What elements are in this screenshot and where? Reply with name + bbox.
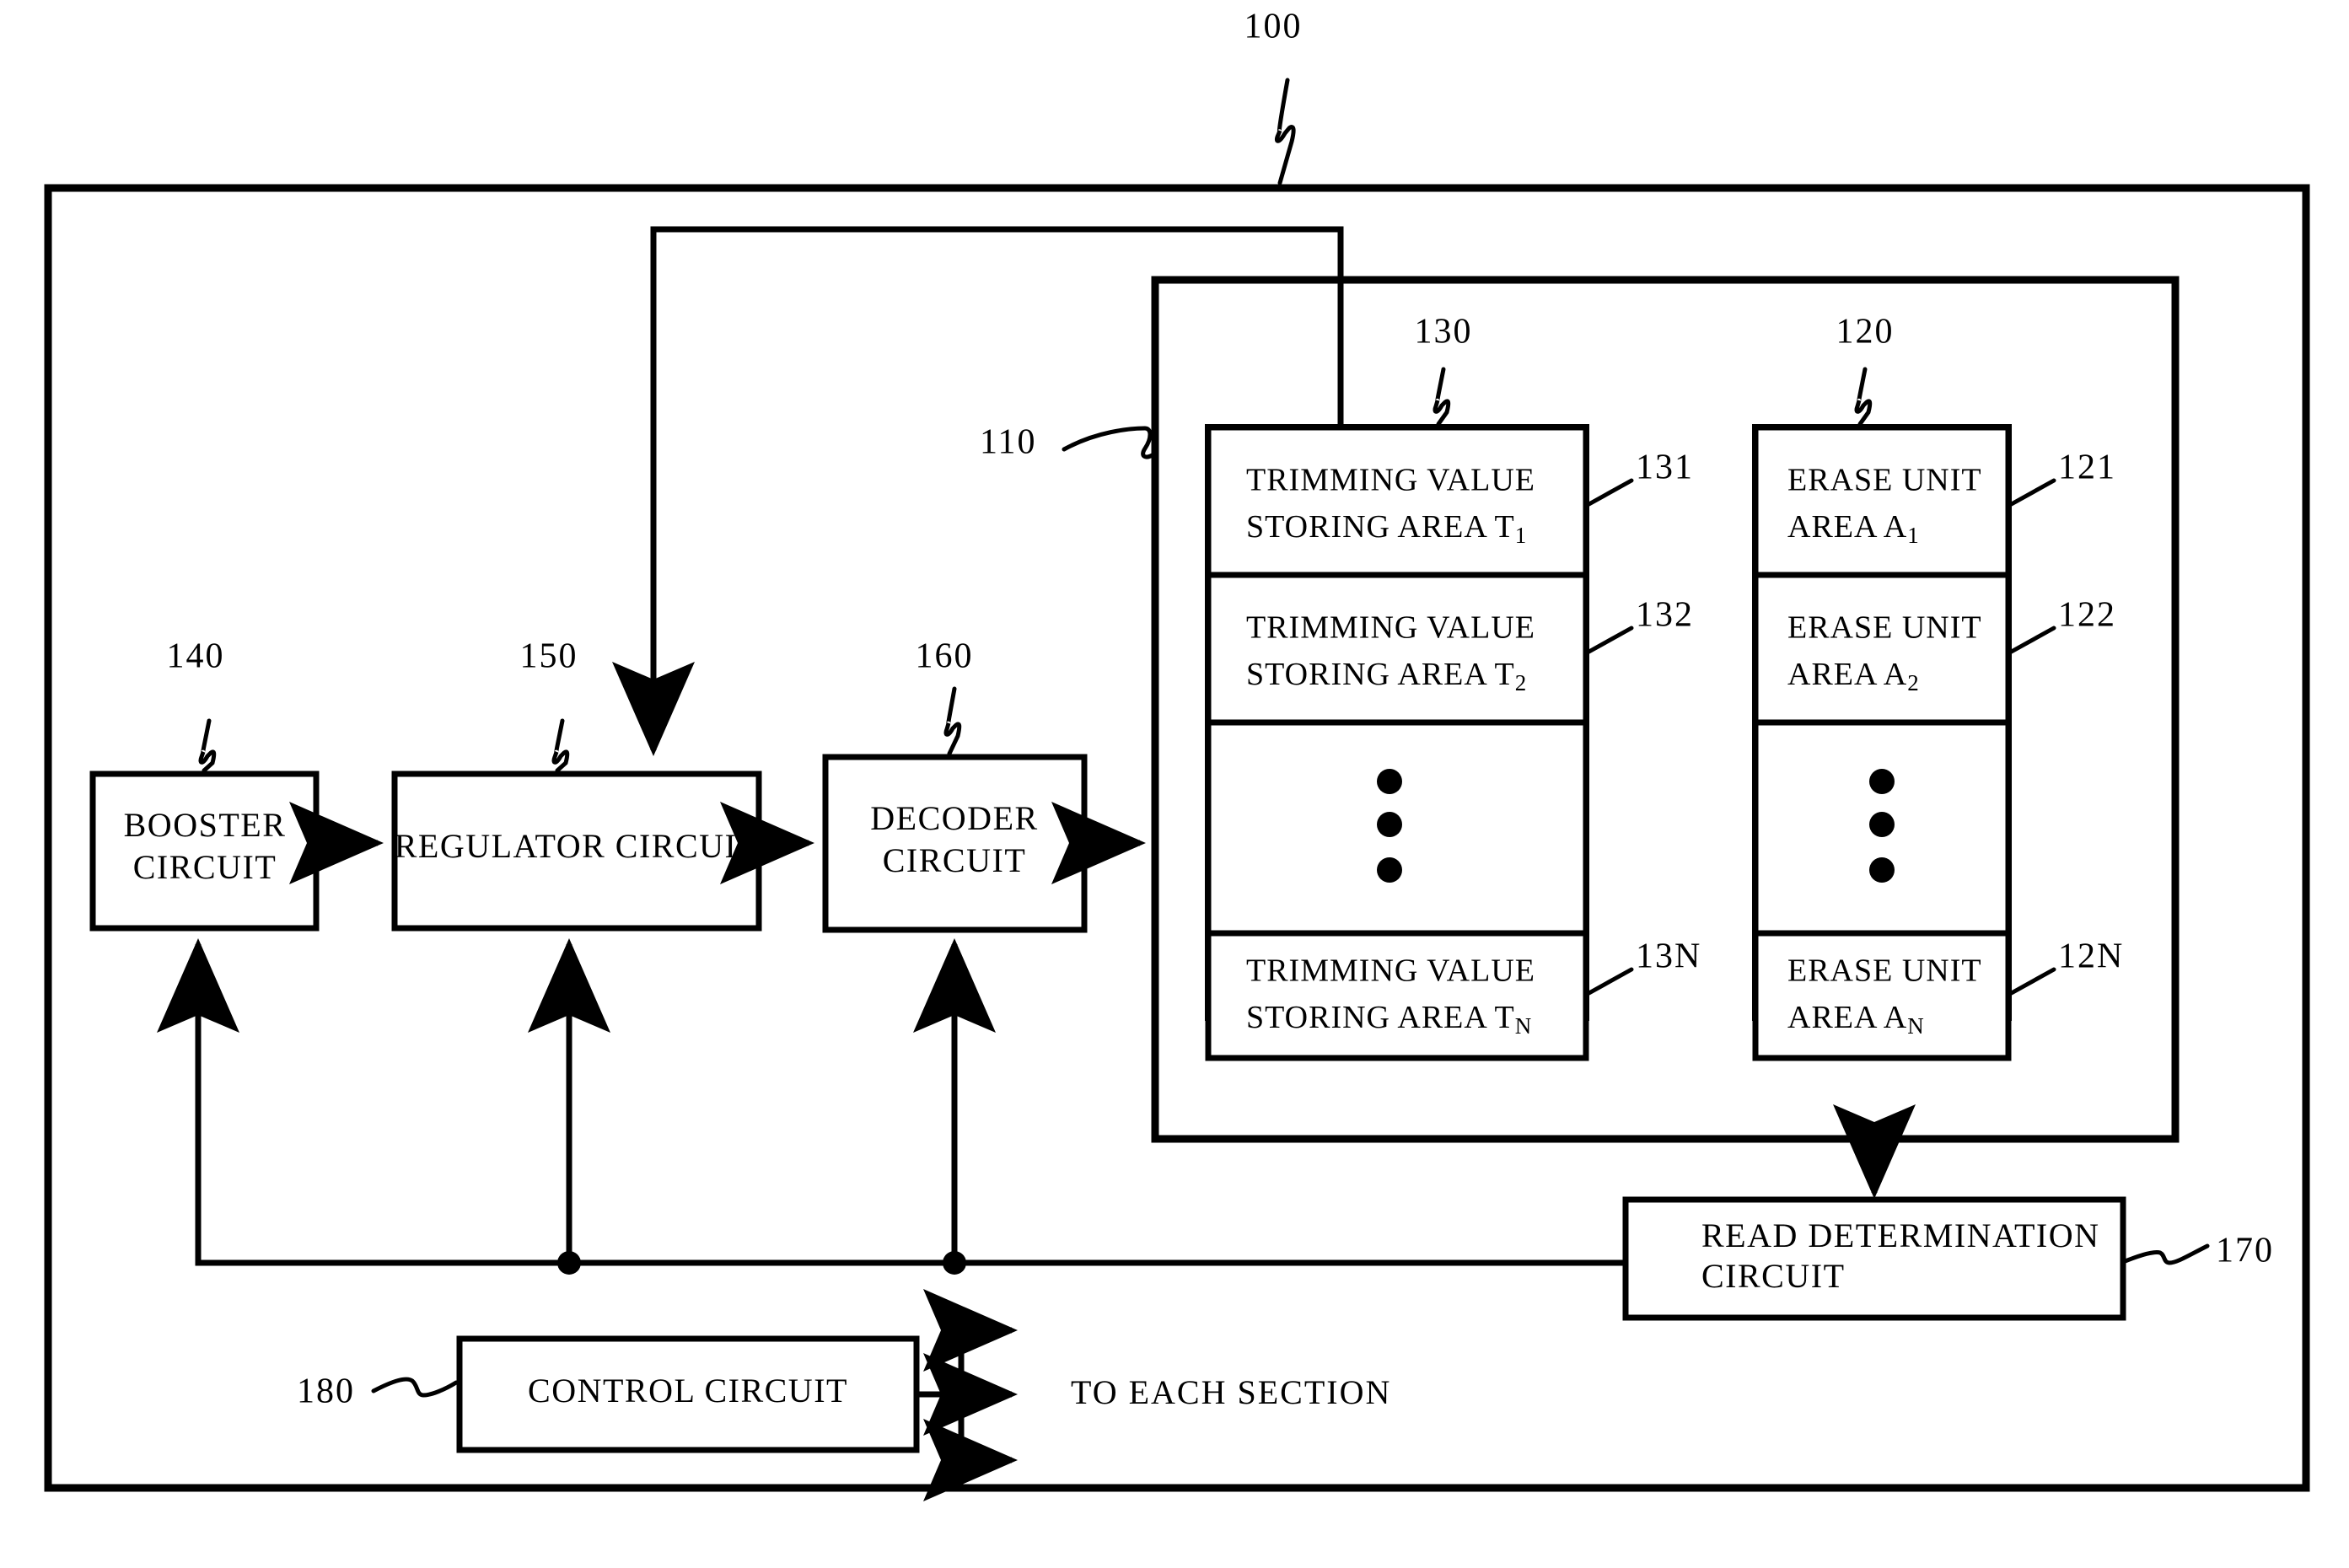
to-each-section-label: TO EACH SECTION xyxy=(1071,1373,1391,1411)
erase-ellipsis-dot-3 xyxy=(1869,857,1895,883)
erase-cell-2[interactable] xyxy=(1752,572,2012,726)
erase-cell-2-line1: ERASE UNIT xyxy=(1787,610,1982,646)
trimming-ellipsis-dot-3 xyxy=(1377,857,1402,883)
ref-number-180: 180 xyxy=(297,1372,355,1411)
booster-circuit-label-line1: BOOSTER xyxy=(124,806,287,844)
ref-number-13N: 13N xyxy=(1636,937,1701,976)
control-circuit-label: CONTROL CIRCUIT xyxy=(528,1372,848,1410)
ref-number-122: 122 xyxy=(2058,596,2116,635)
read-determination-label-line1: READ DETERMINATION xyxy=(1701,1216,2100,1254)
ref-number-160: 160 xyxy=(916,637,974,676)
decoder-circuit-label-line2: CIRCUIT xyxy=(883,841,1027,879)
trimming-ellipsis-dot-1 xyxy=(1377,769,1402,794)
erase-cell-n[interactable] xyxy=(1752,930,2012,1061)
trimming-cell-n-line2: STORING AREA TN xyxy=(1246,1000,1531,1039)
ref-number-12N: 12N xyxy=(2058,937,2124,976)
trimming-cell-1-line2: STORING AREA T1 xyxy=(1246,509,1526,548)
erase-cell-2-line2: AREA A2 xyxy=(1787,657,1919,695)
trimming-cell-2[interactable] xyxy=(1205,572,1589,726)
erase-cell-1-line1: ERASE UNIT xyxy=(1787,463,1982,498)
erase-cell-1-line2: AREA A1 xyxy=(1787,509,1919,548)
erase-cell-n-line2: AREA AN xyxy=(1787,1000,1924,1039)
ref-number-170: 170 xyxy=(2216,1232,2274,1270)
erase-ellipsis-dot-2 xyxy=(1869,812,1895,837)
trimming-cell-1-line1: TRIMMING VALUE xyxy=(1246,463,1535,498)
patent-figure: 100 110 130 TRIMMING VALUE STORING AREA … xyxy=(0,0,2349,1568)
ref-number-100: 100 xyxy=(1244,8,1303,46)
trimming-cell-n-line1: TRIMMING VALUE xyxy=(1246,953,1535,989)
ref-number-130: 130 xyxy=(1415,313,1473,352)
trimming-cell-2-line2: STORING AREA T2 xyxy=(1246,657,1526,695)
booster-circuit-label-line2: CIRCUIT xyxy=(133,848,277,886)
erase-cell-1[interactable] xyxy=(1752,424,2012,578)
erase-cell-n-line1: ERASE UNIT xyxy=(1787,953,1982,989)
read-determination-label-line2: CIRCUIT xyxy=(1701,1257,1846,1295)
erase-ellipsis-dot-1 xyxy=(1869,769,1895,794)
trimming-cell-n[interactable] xyxy=(1205,930,1589,1061)
ref-number-121: 121 xyxy=(2058,448,2116,487)
ref-number-120: 120 xyxy=(1836,313,1895,352)
junction-dot-decoder-bus xyxy=(943,1251,966,1275)
ref-number-140: 140 xyxy=(167,637,225,676)
trimming-ellipsis-dot-2 xyxy=(1377,812,1402,837)
ref-number-150: 150 xyxy=(520,637,578,676)
junction-dot-regulator-bus xyxy=(557,1251,581,1275)
junction-dot-control-output xyxy=(949,1382,974,1407)
regulator-circuit-label: REGULATOR CIRCUIT xyxy=(395,827,760,865)
decoder-circuit-label-line1: DECODER xyxy=(870,799,1038,837)
trimming-cell-2-line1: TRIMMING VALUE xyxy=(1246,610,1535,646)
ref-number-132: 132 xyxy=(1636,596,1694,635)
ref-number-110: 110 xyxy=(980,423,1036,462)
trimming-cell-1[interactable] xyxy=(1205,424,1589,578)
block-diagram-canvas: 100 110 130 TRIMMING VALUE STORING AREA … xyxy=(44,8,2310,1501)
leader-line-100 xyxy=(1274,78,1296,185)
ref-number-131: 131 xyxy=(1636,448,1694,487)
